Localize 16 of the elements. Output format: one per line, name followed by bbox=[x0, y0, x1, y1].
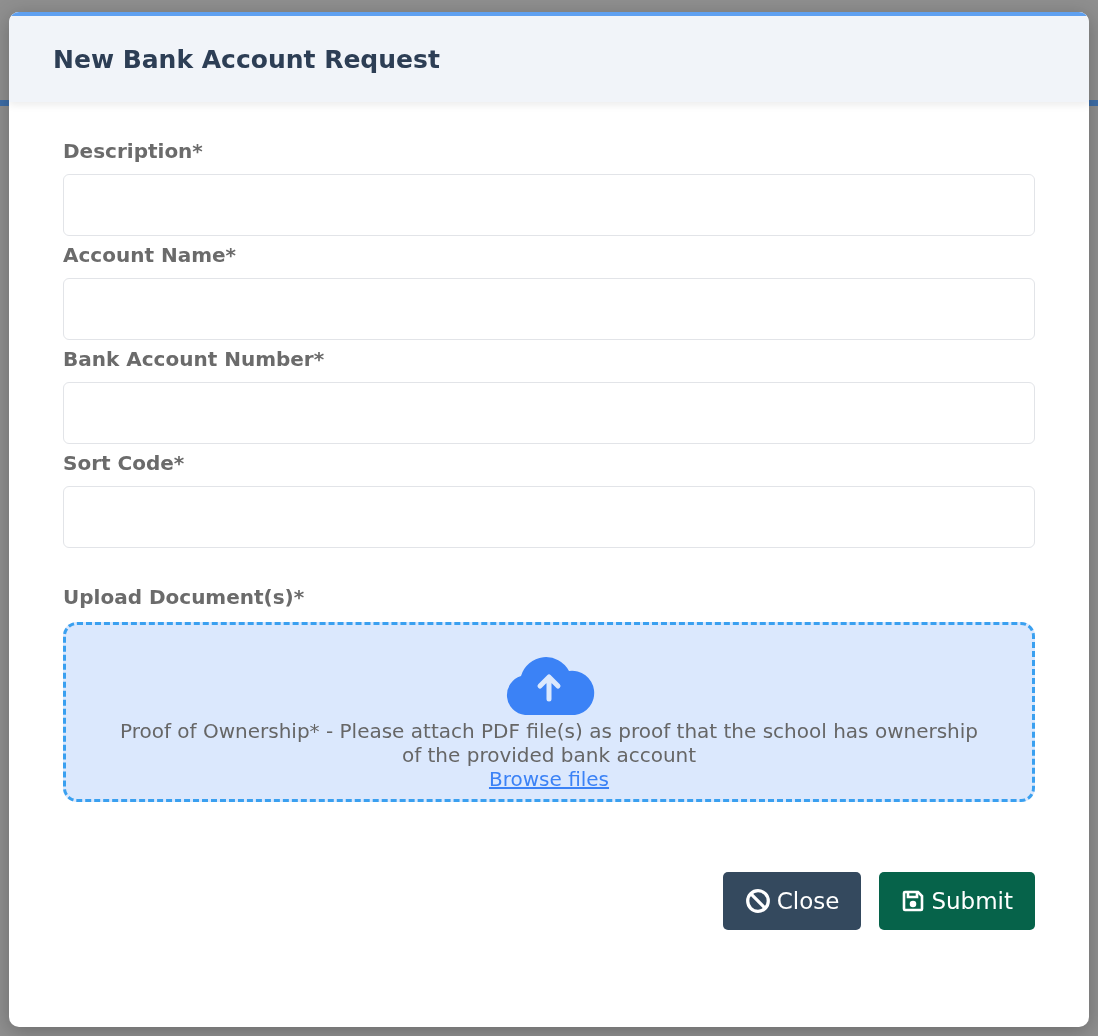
field-label: Sort Code* bbox=[63, 450, 186, 477]
field-label: Account Name* bbox=[63, 242, 238, 269]
upload-hint: Proof of Ownership* - Please attach PDF file(s) as proof that the school has ownership of the provided bank account bbox=[119, 719, 979, 767]
input-field[interactable] bbox=[63, 174, 1035, 236]
field-label: Upload Document(s)* bbox=[63, 584, 306, 611]
field-label: Description* bbox=[63, 138, 204, 165]
save-icon bbox=[901, 889, 926, 913]
submit-button[interactable]: Submit bbox=[879, 872, 1035, 930]
close-button[interactable]: Close bbox=[722, 872, 862, 930]
dialog-title: New Bank Account Request bbox=[53, 44, 440, 74]
field-label: Bank Account Number* bbox=[63, 346, 326, 373]
ban-icon bbox=[744, 888, 771, 914]
input-field[interactable] bbox=[63, 278, 1035, 340]
input-field[interactable] bbox=[63, 382, 1035, 444]
input-field[interactable] bbox=[63, 486, 1035, 548]
upload-dropzone[interactable]: Proof of Ownership* - Please attach PDF file(s) as proof that the school has ownership of the provided bank account Browse files bbox=[63, 622, 1035, 802]
